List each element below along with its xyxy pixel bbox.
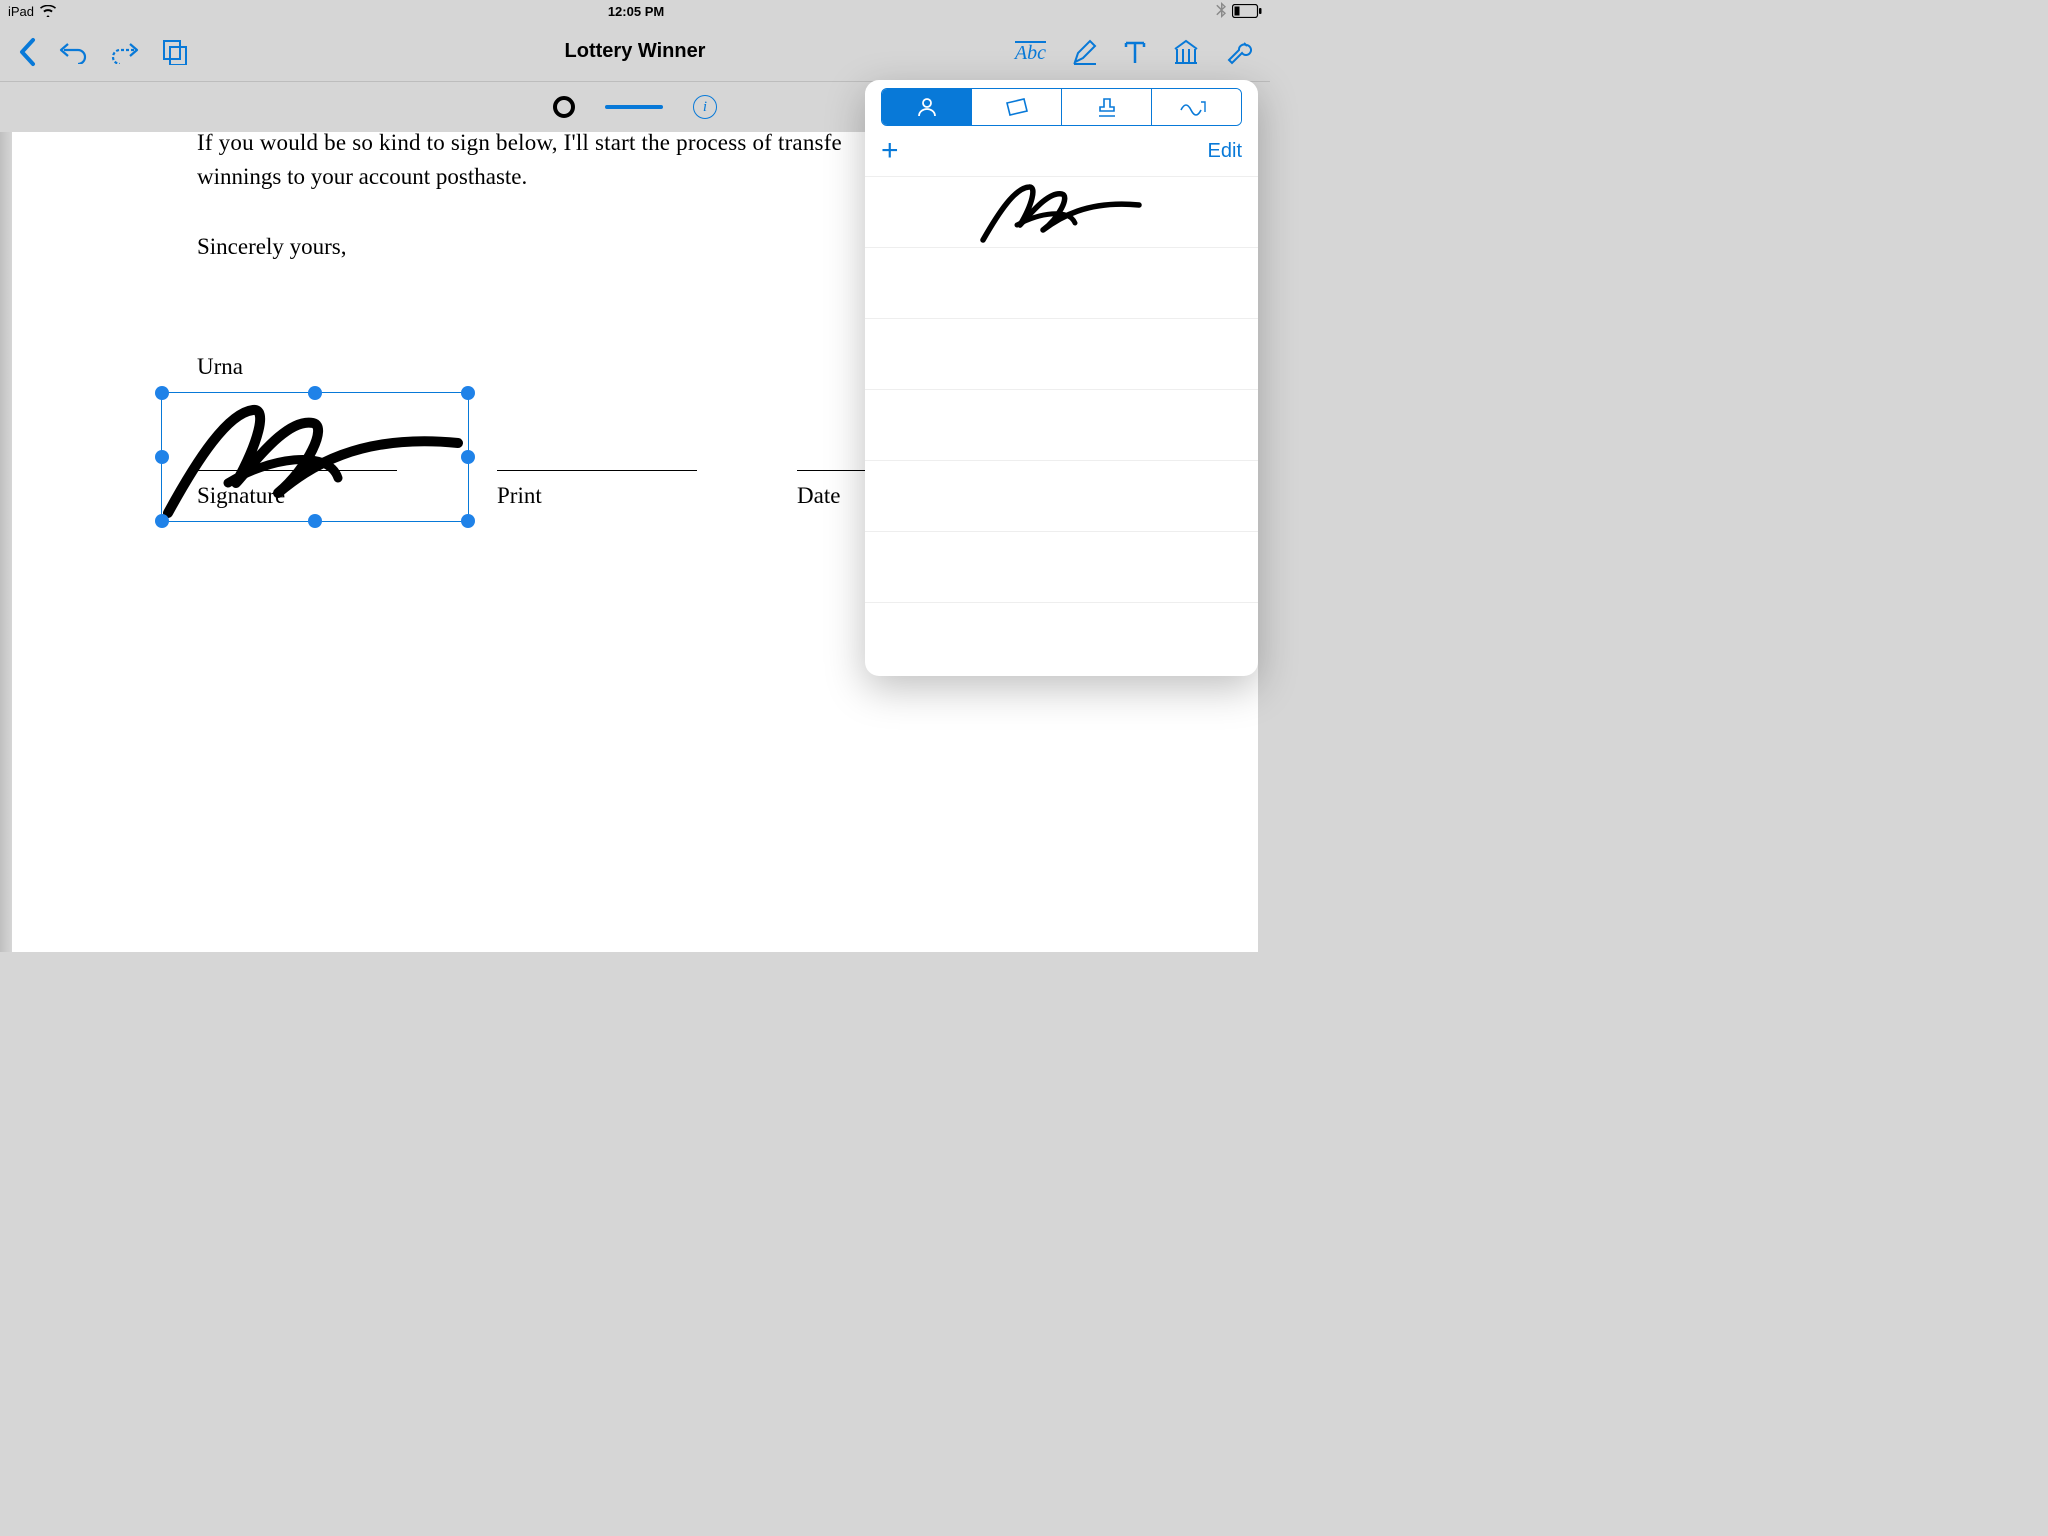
resize-handle[interactable] bbox=[155, 514, 169, 528]
info-button[interactable]: i bbox=[693, 95, 717, 119]
back-button[interactable] bbox=[18, 37, 36, 67]
signature-list bbox=[865, 176, 1258, 603]
segment-stamps[interactable] bbox=[1062, 89, 1152, 125]
highlight-tool[interactable]: Abc bbox=[1015, 41, 1046, 63]
resize-handle[interactable] bbox=[308, 514, 322, 528]
print-label: Print bbox=[497, 483, 697, 509]
resize-handle[interactable] bbox=[461, 386, 475, 400]
status-left: iPad bbox=[8, 4, 56, 19]
resize-handle[interactable] bbox=[155, 386, 169, 400]
main-toolbar: Lottery Winner Abc bbox=[0, 22, 1270, 82]
resize-handle[interactable] bbox=[461, 514, 475, 528]
segmented-control bbox=[881, 88, 1242, 126]
settings-button[interactable] bbox=[1226, 39, 1252, 65]
undo-button[interactable] bbox=[58, 40, 88, 64]
text-tool[interactable] bbox=[1124, 39, 1146, 65]
segment-signatures[interactable] bbox=[882, 89, 972, 125]
stroke-color-button[interactable] bbox=[553, 96, 575, 118]
battery-icon bbox=[1232, 4, 1262, 18]
signature-item[interactable] bbox=[865, 177, 1258, 248]
print-field: Print bbox=[497, 470, 697, 509]
stroke-width-button[interactable] bbox=[605, 105, 663, 109]
status-bar: iPad 12:05 PM bbox=[0, 0, 1270, 22]
library-button[interactable] bbox=[1172, 39, 1200, 65]
library-popover: + Edit bbox=[865, 80, 1258, 676]
status-time: 12:05 PM bbox=[608, 4, 664, 19]
bluetooth-icon bbox=[1216, 2, 1226, 21]
signature-item-empty bbox=[865, 461, 1258, 532]
segment-images[interactable] bbox=[972, 89, 1062, 125]
signature-item-empty bbox=[865, 248, 1258, 319]
redo-button[interactable] bbox=[110, 40, 140, 64]
signature-item-empty bbox=[865, 390, 1258, 461]
pen-tool[interactable] bbox=[1072, 39, 1098, 65]
resize-handle[interactable] bbox=[155, 450, 169, 464]
resize-handle[interactable] bbox=[308, 386, 322, 400]
device-label: iPad bbox=[8, 4, 34, 19]
print-line bbox=[497, 470, 697, 471]
pages-button[interactable] bbox=[162, 39, 188, 65]
placed-signature[interactable] bbox=[161, 392, 469, 522]
page-edge-shadow bbox=[0, 132, 12, 952]
add-signature-button[interactable]: + bbox=[881, 136, 899, 166]
signature-item-empty bbox=[865, 532, 1258, 603]
edit-signatures-button[interactable]: Edit bbox=[1208, 140, 1242, 163]
status-right bbox=[1216, 2, 1262, 21]
signature-item-empty bbox=[865, 319, 1258, 390]
segment-scribbles[interactable] bbox=[1152, 89, 1241, 125]
wifi-icon bbox=[40, 5, 56, 17]
resize-handle[interactable] bbox=[461, 450, 475, 464]
